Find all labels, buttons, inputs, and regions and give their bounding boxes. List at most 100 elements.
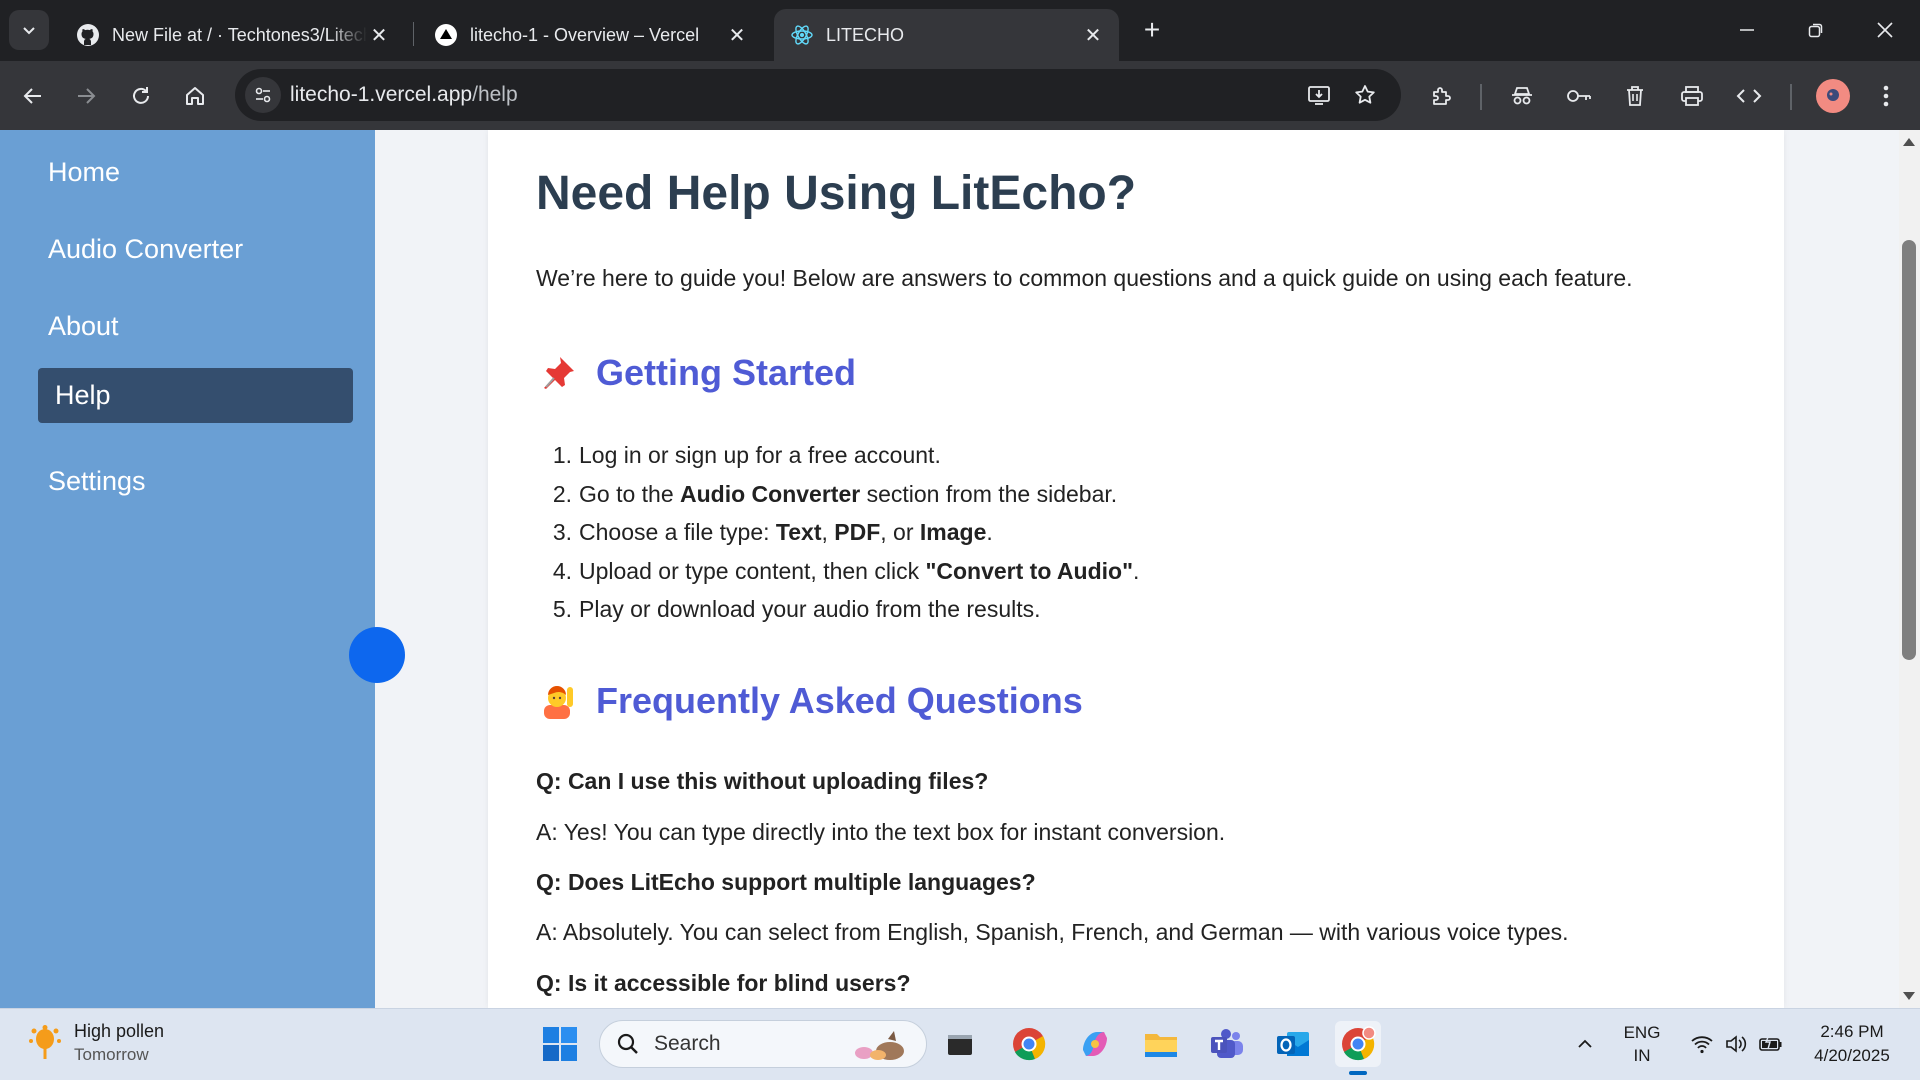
clock-date: 4/20/2025 bbox=[1814, 1046, 1890, 1065]
sidebar-item-audio-converter[interactable]: Audio Converter bbox=[38, 222, 353, 277]
weather-subtitle: Tomorrow bbox=[74, 1045, 149, 1064]
taskbar-app-copilot[interactable] bbox=[1072, 1021, 1118, 1067]
step-emphasis: Image bbox=[919, 519, 987, 545]
heading-text: Frequently Asked Questions bbox=[596, 680, 1083, 721]
address-bar[interactable]: litecho-1.vercel.app/help bbox=[235, 69, 1401, 121]
faq-answer: A: Yes! You can type directly into the t… bbox=[536, 819, 1226, 845]
tab-vercel[interactable]: litecho-1 - Overview – Vercel ✕ bbox=[418, 9, 763, 61]
sidebar: Home Audio Converter About Help Settings bbox=[0, 130, 375, 1008]
floating-action-bubble[interactable] bbox=[349, 627, 405, 683]
site-info-button[interactable] bbox=[245, 77, 281, 113]
back-button[interactable] bbox=[15, 78, 51, 114]
clear-data-button[interactable] bbox=[1617, 78, 1653, 114]
intro-text: We’re here to guide you! Below are answe… bbox=[536, 265, 1633, 291]
toolbar-divider bbox=[1480, 84, 1482, 110]
step-emphasis: Audio Converter bbox=[680, 480, 861, 507]
bookmark-button[interactable] bbox=[1347, 77, 1383, 113]
close-tab-icon[interactable]: ✕ bbox=[1081, 23, 1105, 47]
passwords-button[interactable] bbox=[1561, 78, 1597, 114]
active-app-indicator bbox=[1349, 1071, 1367, 1075]
close-window-button[interactable] bbox=[1855, 10, 1915, 50]
step-text: Upload or type content, then click bbox=[579, 557, 926, 584]
forward-button[interactable] bbox=[68, 78, 104, 114]
step-item: 2. Go to the Audio Converter section from… bbox=[536, 475, 1139, 514]
heading-text: Getting Started bbox=[596, 352, 857, 393]
tab-search-button[interactable] bbox=[9, 10, 49, 50]
faq-question: Q: Does LitEcho support multiple languag… bbox=[536, 869, 1036, 895]
step-emphasis: PDF bbox=[834, 519, 881, 545]
step-item: 1. Log in or sign up for a free account. bbox=[536, 436, 1139, 475]
profile-avatar[interactable] bbox=[1816, 79, 1850, 113]
page-viewport: Home Audio Converter About Help Settings… bbox=[0, 130, 1899, 1008]
windows-icon bbox=[543, 1027, 577, 1061]
install-app-button[interactable] bbox=[1301, 77, 1337, 113]
new-tab-button[interactable]: + bbox=[1136, 14, 1168, 46]
page-title: Need Help Using LitEcho? bbox=[536, 167, 1137, 220]
close-tab-icon[interactable]: ✕ bbox=[725, 23, 749, 47]
step-text: Choose a file type: bbox=[579, 519, 776, 545]
tab-separator bbox=[413, 22, 414, 46]
page-scrollbar[interactable] bbox=[1899, 130, 1920, 1008]
sidebar-item-settings[interactable]: Settings bbox=[38, 454, 353, 509]
faq-question: Q: Can I use this without uploading file… bbox=[536, 768, 989, 794]
chevron-down-icon bbox=[23, 27, 35, 35]
close-tab-icon[interactable]: ✕ bbox=[367, 23, 391, 47]
home-button[interactable] bbox=[177, 78, 213, 114]
step-emphasis: Text bbox=[775, 519, 822, 545]
taskbar-app-teams[interactable] bbox=[1204, 1021, 1250, 1067]
minimize-button[interactable] bbox=[1717, 10, 1777, 50]
taskbar-search[interactable]: Search bbox=[599, 1020, 927, 1068]
reload-button[interactable] bbox=[123, 78, 159, 114]
key-icon bbox=[1567, 90, 1591, 102]
show-hidden-icons-button[interactable] bbox=[1562, 1021, 1608, 1067]
arrow-right-icon bbox=[78, 88, 96, 104]
incognito-button[interactable] bbox=[1504, 78, 1540, 114]
url-path: /help bbox=[472, 83, 518, 106]
incognito-icon bbox=[1512, 87, 1532, 105]
step-number: 4. bbox=[552, 557, 572, 584]
step-text: Play or download your audio from the res… bbox=[579, 596, 1041, 622]
sidebar-item-help[interactable]: Help bbox=[38, 368, 353, 423]
taskbar-app-chrome[interactable] bbox=[1006, 1021, 1052, 1067]
step-number: 2. bbox=[552, 480, 572, 507]
taskbar-app-file-viewer[interactable] bbox=[937, 1021, 983, 1067]
taskbar-app-chrome-active[interactable] bbox=[1335, 1021, 1381, 1075]
region-code: IN bbox=[1633, 1046, 1651, 1065]
devtools-button[interactable] bbox=[1731, 78, 1767, 114]
browser-tab-strip: New File at / · Techtones3/Litecho ✕ lit… bbox=[0, 0, 1920, 61]
url-text[interactable]: litecho-1.vercel.app/help bbox=[290, 83, 518, 107]
restore-button[interactable] bbox=[1786, 10, 1846, 50]
extensions-button[interactable] bbox=[1424, 78, 1460, 114]
taskbar-app-file-explorer[interactable] bbox=[1138, 1021, 1184, 1067]
tab-github[interactable]: New File at / · Techtones3/Litecho ✕ bbox=[60, 9, 405, 61]
step-number: 1. bbox=[552, 442, 572, 468]
tab-litecho[interactable]: LITECHO ✕ bbox=[774, 9, 1119, 61]
weather-widget[interactable]: High pollen Tomorrow bbox=[28, 1021, 164, 1065]
menu-button[interactable] bbox=[1868, 78, 1904, 114]
clock-time: 2:46 PM bbox=[1820, 1022, 1884, 1041]
sidebar-item-about[interactable]: About bbox=[38, 299, 353, 354]
step-text: section from the sidebar. bbox=[860, 480, 1118, 507]
step-item: 4. Upload or type content, then click "Co… bbox=[536, 552, 1140, 591]
step-text: . bbox=[1132, 557, 1140, 584]
taskbar-app-outlook[interactable] bbox=[1270, 1021, 1316, 1067]
print-button[interactable] bbox=[1674, 78, 1710, 114]
scrollbar-thumb[interactable] bbox=[1902, 240, 1916, 660]
faq-answer: A: Absolutely. You can select from Engli… bbox=[536, 919, 1569, 945]
clock[interactable]: 2:46 PM 4/20/2025 bbox=[1800, 1022, 1904, 1066]
vercel-icon bbox=[434, 23, 458, 47]
github-icon bbox=[76, 23, 100, 47]
scroll-up-arrow[interactable] bbox=[1903, 138, 1915, 146]
pushpin-icon bbox=[536, 351, 580, 395]
input-language[interactable]: ENG IN bbox=[1618, 1023, 1666, 1066]
printer-icon bbox=[1681, 86, 1703, 106]
sidebar-item-home[interactable]: Home bbox=[38, 145, 353, 200]
start-button[interactable] bbox=[537, 1021, 583, 1067]
url-host: litecho-1.vercel.app bbox=[290, 83, 473, 106]
tab-title: litecho-1 - Overview – Vercel bbox=[470, 24, 700, 45]
star-icon bbox=[1355, 85, 1375, 104]
search-highlight-icon bbox=[855, 1031, 904, 1060]
quick-settings-button[interactable] bbox=[1682, 1021, 1792, 1067]
scroll-down-arrow[interactable] bbox=[1903, 992, 1915, 1000]
chevron-up-icon bbox=[1578, 1039, 1592, 1048]
